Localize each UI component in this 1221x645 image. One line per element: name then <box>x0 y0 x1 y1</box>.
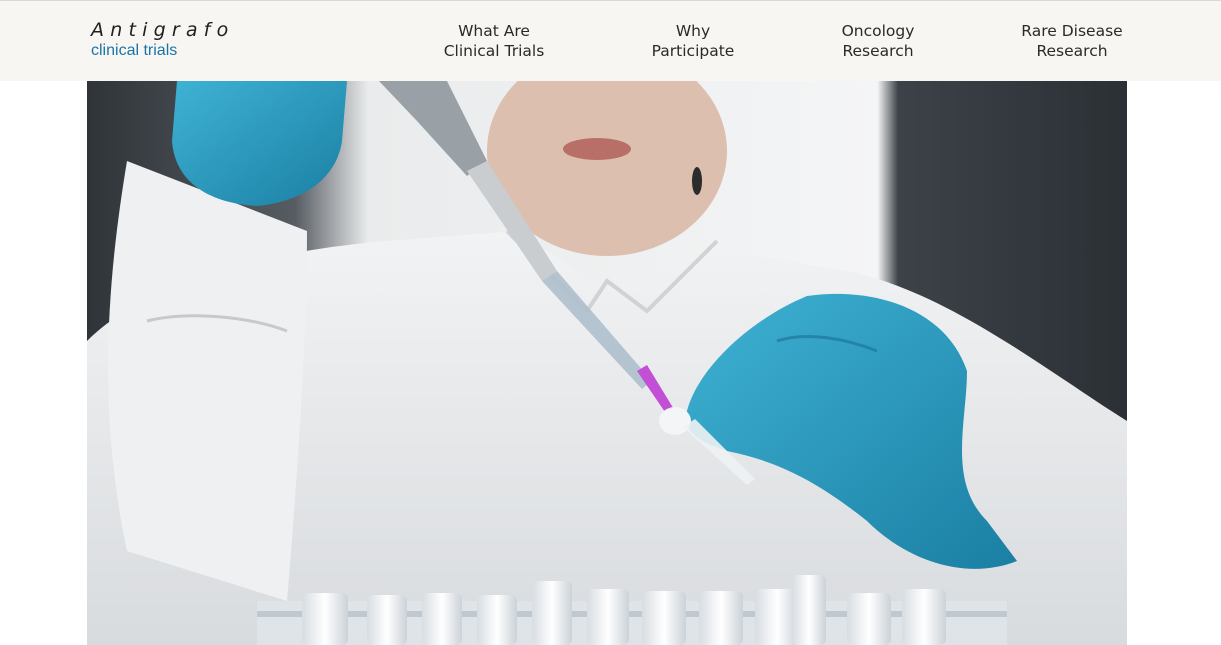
nav-item-rare-disease-research[interactable]: Rare Disease Research <box>1021 21 1122 61</box>
nav-item-why-participate[interactable]: Why Participate <box>652 21 735 61</box>
site-header: Antigrafo clinical trials What Are Clini… <box>0 1 1221 81</box>
nav-item-oncology-research[interactable]: Oncology Research <box>842 21 915 61</box>
earring <box>692 167 702 195</box>
lips <box>563 138 631 160</box>
left-sleeve <box>108 161 307 601</box>
nav-item-what-are-clinical-trials[interactable]: What Are Clinical Trials <box>444 21 545 61</box>
main-nav: What Are Clinical Trials Why Participate… <box>0 21 1221 65</box>
hero-image <box>87 81 1127 645</box>
hero-illustration <box>87 81 1127 645</box>
